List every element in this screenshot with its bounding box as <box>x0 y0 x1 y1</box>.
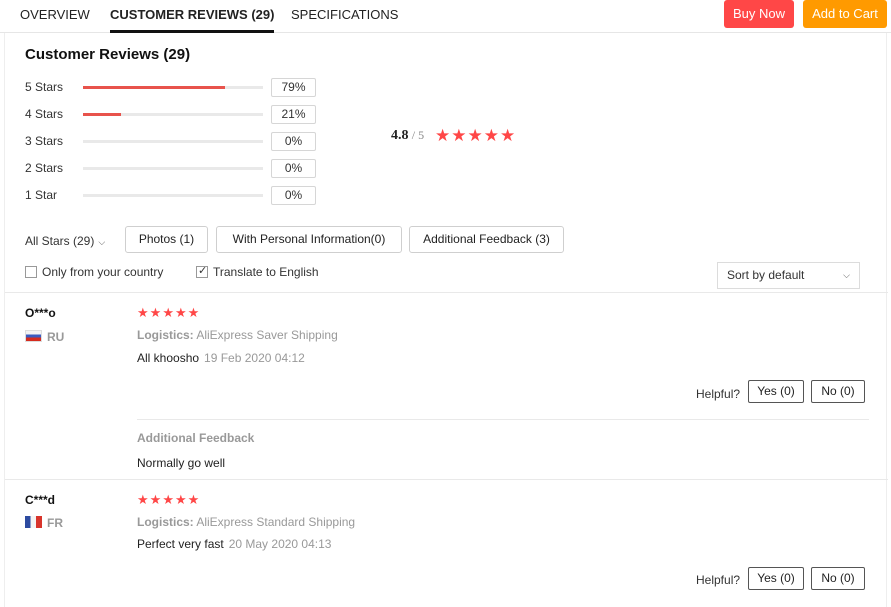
country-code: RU <box>47 330 65 344</box>
star-icon: ★ <box>483 126 499 145</box>
star-icon: ★ <box>500 126 516 145</box>
star-icon: ★ <box>137 305 149 320</box>
rating-row-1: 1 Star 0% <box>25 186 325 206</box>
rating-bar-track <box>83 194 263 197</box>
sort-label: Sort by default <box>727 268 805 282</box>
photos-filter-button[interactable]: Photos (1) <box>125 226 208 253</box>
buy-now-button[interactable]: Buy Now <box>724 0 794 28</box>
star-icon: ★ <box>174 305 187 320</box>
reviewer-name: C***d <box>25 493 56 507</box>
star-filter-dropdown[interactable]: All Stars (29) ⌵ <box>25 234 105 248</box>
chevron-down-icon: ⌵ <box>843 270 850 280</box>
average-star-rating: ★★★★★ <box>435 126 516 146</box>
reviews-title: Customer Reviews (29) <box>25 46 191 63</box>
star-icon: ★ <box>451 126 467 145</box>
star-icon: ★ <box>435 126 451 145</box>
star-icon: ★ <box>149 305 162 320</box>
rating-row-3: 3 Stars 0% <box>25 132 325 152</box>
tab-specifications[interactable]: SPECIFICATIONS <box>291 0 398 33</box>
rating-bar-track <box>83 140 263 143</box>
rating-bar-track <box>83 167 263 170</box>
review-text-line: Perfect very fast 20 May 2020 04:13 <box>137 537 331 551</box>
reviewer-country: FR <box>25 516 63 530</box>
additional-feedback-title: Additional Feedback <box>137 431 255 445</box>
review-logistics: Logistics: AliExpress Standard Shipping <box>137 515 355 529</box>
rating-percent: 79% <box>271 78 316 97</box>
helpful-label: Helpful? <box>696 573 741 587</box>
rating-bar-track <box>83 113 263 116</box>
additional-feedback-filter-button[interactable]: Additional Feedback (3) <box>409 226 564 253</box>
logistics-label: Logistics: <box>137 328 194 342</box>
average-rating-max: / 5 <box>411 128 425 142</box>
translate-label: Translate to English <box>213 265 319 279</box>
review-date: 20 May 2020 04:13 <box>228 537 332 551</box>
france-flag-icon <box>25 516 42 528</box>
logistics-value: AliExpress Standard Shipping <box>196 515 356 529</box>
rating-percent: 0% <box>271 186 316 205</box>
reviewer-country: RU <box>25 330 64 344</box>
additional-feedback-text: Normally go well <box>137 456 226 470</box>
reviews-panel: Customer Reviews (29) 5 Stars 79% 4 Star… <box>4 33 888 607</box>
rating-bar-fill <box>83 86 226 89</box>
rating-row-4: 4 Stars 21% <box>25 105 325 125</box>
reviewer-name: O***o <box>25 306 56 320</box>
star-icon: ★ <box>162 305 174 320</box>
rating-label: 1 Star <box>25 188 58 202</box>
russia-flag-icon <box>25 330 42 342</box>
star-icon: ★ <box>174 492 187 507</box>
star-filter-label: All Stars (29) <box>25 234 95 248</box>
star-icon: ★ <box>187 305 200 320</box>
divider <box>5 479 888 480</box>
star-icon: ★ <box>467 126 483 145</box>
rating-percent: 21% <box>271 105 316 124</box>
review-logistics: Logistics: AliExpress Saver Shipping <box>137 328 338 342</box>
rating-row-2: 2 Stars 0% <box>25 159 325 179</box>
translate-checkbox[interactable] <box>196 264 208 278</box>
only-country-label: Only from your country <box>42 265 164 279</box>
star-icon: ★ <box>162 492 174 507</box>
divider <box>137 419 869 420</box>
rating-percent: 0% <box>271 159 316 178</box>
add-to-cart-button[interactable]: Add to Cart <box>803 0 887 28</box>
average-rating: 4.8 / 5 <box>391 127 424 144</box>
personal-info-filter-button[interactable]: With Personal Information(0) <box>216 226 402 253</box>
review-star-rating: ★★★★★ <box>137 305 200 321</box>
helpful-no-button[interactable]: No (0) <box>811 567 865 590</box>
helpful-no-button[interactable]: No (0) <box>811 380 865 403</box>
translate-option[interactable]: Translate to English <box>196 264 319 279</box>
helpful-label: Helpful? <box>696 387 741 401</box>
review-text-line: All khoosho 19 Feb 2020 04:12 <box>137 351 305 365</box>
star-icon: ★ <box>149 492 162 507</box>
rating-bar-track <box>83 86 263 89</box>
review-date: 19 Feb 2020 04:12 <box>204 351 305 365</box>
only-country-checkbox[interactable] <box>25 266 37 278</box>
divider <box>5 292 888 293</box>
rating-percent: 0% <box>271 132 316 151</box>
rating-label: 5 Stars <box>25 80 64 94</box>
only-country-option[interactable]: Only from your country <box>25 265 163 279</box>
chevron-down-icon: ⌵ <box>98 237 106 247</box>
helpful-yes-button[interactable]: Yes (0) <box>748 567 804 590</box>
star-icon: ★ <box>187 492 200 507</box>
rating-label: 2 Stars <box>25 161 64 175</box>
product-tab-bar: OVERVIEW CUSTOMER REVIEWS (29) SPECIFICA… <box>0 0 891 33</box>
logistics-value: AliExpress Saver Shipping <box>196 328 338 342</box>
tab-customer-reviews[interactable]: CUSTOMER REVIEWS (29) <box>110 0 275 33</box>
rating-row-5: 5 Stars 79% <box>25 78 325 98</box>
helpful-yes-button[interactable]: Yes (0) <box>748 380 804 403</box>
rating-label: 4 Stars <box>25 107 64 121</box>
review-text: Perfect very fast <box>137 537 224 551</box>
review-star-rating: ★★★★★ <box>137 492 200 508</box>
rating-bar-fill <box>83 113 121 116</box>
star-icon: ★ <box>137 492 149 507</box>
average-rating-value: 4.8 <box>391 128 409 143</box>
tab-overview[interactable]: OVERVIEW <box>20 0 90 33</box>
sort-dropdown[interactable]: Sort by default ⌵ <box>717 262 860 289</box>
country-code: FR <box>47 516 63 530</box>
logistics-label: Logistics: <box>137 515 194 529</box>
review-text: All khoosho <box>137 351 200 365</box>
rating-label: 3 Stars <box>25 134 64 148</box>
